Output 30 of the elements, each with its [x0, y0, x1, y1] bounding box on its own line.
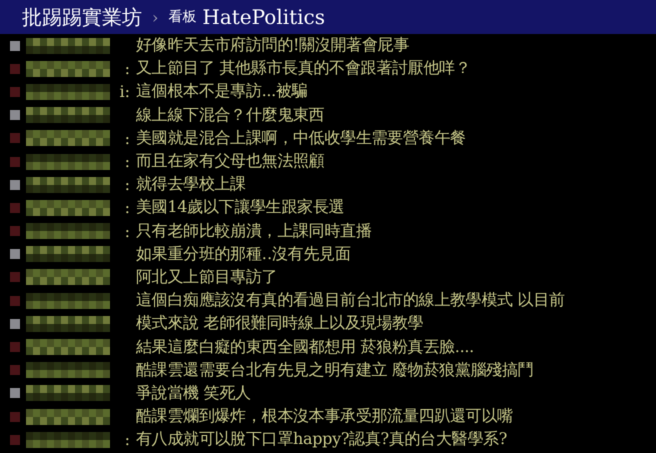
comment-text: 爭說當機 笑死人 [136, 382, 251, 404]
comment-text: 酷課雲還需要台北有先見之明有建立 廢物菸狼黨腦殘搞鬥 [136, 360, 534, 381]
comment-text: 而且在家有父母也無法照顧 [136, 151, 324, 172]
breadcrumb-separator: › [152, 8, 158, 26]
comment-separator: : [124, 198, 131, 218]
comment-text: 結果這麼白癡的東西全國都想用 菸狼粉真丟臉.... [136, 336, 474, 358]
site-title[interactable]: 批踢踢實業坊 [22, 4, 142, 30]
comment-text: 有八成就可以脫下口罩happy?認真?真的台大醫學系? [136, 429, 508, 450]
comment-text: 阿北又上節目專訪了 [136, 266, 278, 288]
comment-text: 這個白痴應該沒有真的看過目前台北市的線上教學模式 以目前 [136, 290, 565, 312]
board-label: 看板 [168, 8, 196, 26]
comment-separator: : [124, 59, 131, 78]
board-name[interactable]: HatePolitics [202, 5, 326, 29]
comment-text: 美國14歲以下讓學生跟家長選 [136, 197, 344, 218]
comment-separator: : [124, 175, 131, 194]
comment-separator: : [124, 128, 131, 148]
comment-text: 這個根本不是專訪...被騙 [136, 81, 308, 102]
comment-separator: : [124, 430, 131, 450]
comment-separator: i: [118, 82, 131, 102]
comment-separator: : [124, 222, 131, 241]
comment-text: 線上線下混合？什麼鬼東西 [136, 104, 324, 126]
comment-text: 又上節目了 其他縣市長真的不會跟著討厭他咩？ [136, 58, 470, 80]
comment-separator: : [124, 152, 131, 172]
comment-text: 就得去學校上課 [136, 174, 246, 196]
comment-text: 美國就是混合上課啊，中低收學生需要營養午餐 [136, 128, 466, 149]
comment-text: 酷課雲爛到爆炸，根本沒本事承受那流量四趴還可以嘴 [136, 406, 513, 428]
comment-text: 只有老師比較崩潰，上課同時直播 [136, 220, 372, 242]
comment-text: 好像昨天去市府訪問的!關沒開著會屁事 [136, 35, 410, 56]
comment-text: 如果重分班的那種‥沒有先見面 [136, 244, 350, 265]
comment-text: 模式來說 老師很難同時線上以及現場教學 [136, 313, 424, 334]
